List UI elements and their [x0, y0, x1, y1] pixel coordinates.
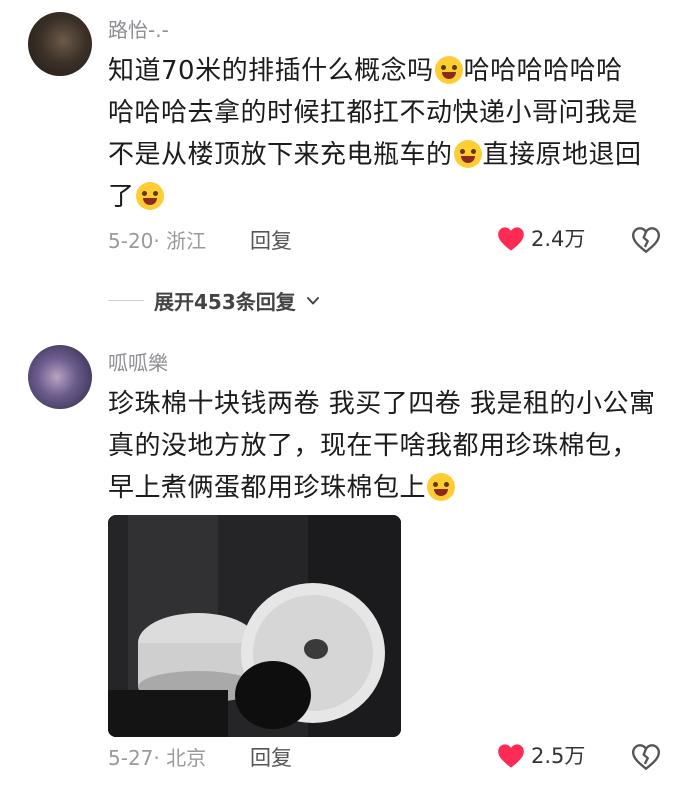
expand-replies-label: 展开453条回复 — [154, 290, 296, 314]
comment-line: 早上煮俩蛋都用珍珠棉包上 — [108, 473, 427, 503]
like-button[interactable]: 2.4万 — [497, 226, 585, 252]
like-count: 2.5万 — [531, 744, 586, 768]
comment-username[interactable]: 路怡-.- — [108, 17, 169, 43]
comment-line: 知道70米的排插什么概念吗 — [108, 56, 434, 86]
comment-line: 哈哈哈去拿的时候扛都扛不动快递小哥问我是 — [108, 98, 639, 128]
heart-icon — [498, 744, 524, 768]
comment-date-location: 5-27· 北京 — [108, 746, 207, 770]
heart-icon — [498, 227, 524, 251]
grinning-emoji-icon — [427, 473, 456, 501]
laughing-crying-emoji-icon — [434, 56, 463, 84]
broken-heart-icon[interactable] — [632, 226, 660, 254]
comment-line: 珍珠棉十块钱两卷 我买了四卷 我是租的小公寓 — [108, 389, 656, 419]
laughing-crying-emoji-icon — [135, 182, 164, 210]
divider — [108, 300, 144, 301]
avatar[interactable] — [28, 12, 92, 76]
expand-replies[interactable]: 展开453条回复 — [108, 286, 320, 315]
comment-line: 了 — [108, 182, 135, 212]
like-button[interactable]: 2.5万 — [497, 743, 585, 769]
comment-line: 真的没地方放了，现在干啥我都用珍珠棉包， — [108, 431, 639, 461]
reply-button[interactable]: 回复 — [250, 745, 292, 771]
comment-photo[interactable] — [108, 515, 401, 737]
comment-line: 哈哈哈哈哈哈 — [463, 56, 623, 86]
comment-username[interactable]: 呱呱樂 — [108, 350, 168, 376]
avatar[interactable] — [28, 345, 92, 409]
comment-text: 知道70米的排插什么概念吗 哈哈哈哈哈哈 哈哈哈去拿的时候扛都扛不动快递小哥问我是… — [108, 50, 668, 218]
reply-button[interactable]: 回复 — [250, 228, 292, 254]
comment-date-location: 5-20· 浙江 — [108, 229, 207, 253]
comment-line: 直接原地退回 — [482, 140, 642, 170]
comment-line: 不是从楼顶放下来充电瓶车的 — [108, 140, 453, 170]
broken-heart-icon[interactable] — [632, 743, 660, 771]
chevron-down-icon — [306, 296, 319, 304]
laughing-crying-emoji-icon — [453, 140, 482, 168]
photo-content — [108, 515, 401, 737]
like-count: 2.4万 — [531, 227, 586, 251]
comment-text: 珍珠棉十块钱两卷 我买了四卷 我是租的小公寓 真的没地方放了，现在干啥我都用珍珠… — [108, 383, 668, 509]
